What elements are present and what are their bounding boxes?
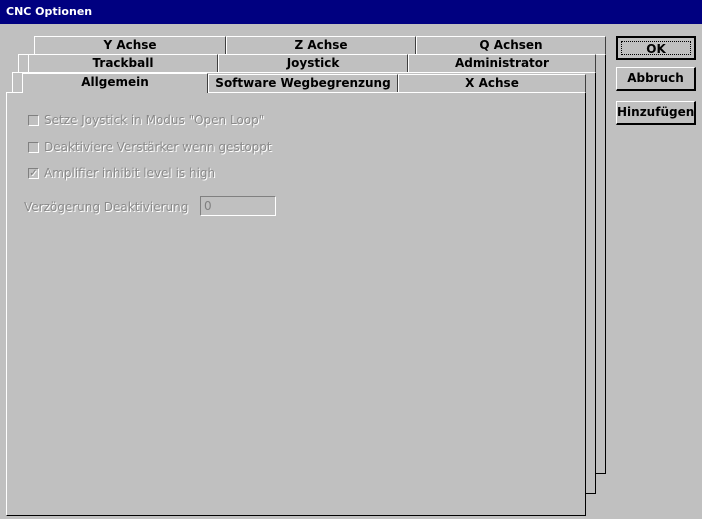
cancel-button[interactable]: Abbruch (616, 67, 696, 91)
tab-x-achse[interactable]: X Achse (398, 74, 586, 92)
window-title: CNC Optionen (6, 5, 93, 18)
ok-button-label: OK (621, 41, 691, 56)
tab-trackball[interactable]: Trackball (28, 54, 218, 72)
tab-y-achse[interactable]: Y Achse (34, 36, 226, 54)
amplifier-inhibit-checkbox[interactable]: ✓ (28, 168, 39, 179)
tab-z-achse[interactable]: Z Achse (226, 36, 416, 54)
deactivate-amplifier-checkbox[interactable] (28, 142, 39, 153)
delay-input[interactable]: 0 (200, 196, 276, 216)
ok-button[interactable]: OK (616, 36, 696, 60)
open-loop-label: Setze Joystick in Modus "Open Loop" (44, 113, 265, 127)
open-loop-checkbox[interactable] (28, 115, 39, 126)
tab-software-wegbegrenzung[interactable]: Software Wegbegrenzung (208, 74, 398, 92)
tab-q-achsen[interactable]: Q Achsen (416, 36, 606, 54)
cancel-button-label: Abbruch (627, 71, 684, 85)
tab-administrator[interactable]: Administrator (408, 54, 596, 72)
add-button[interactable]: Hinzufügen (616, 101, 696, 125)
title-bar: CNC Optionen (0, 0, 702, 24)
cnc-options-dialog: CNC Optionen Y Achse Z Achse Q Achsen Tr… (0, 0, 702, 519)
add-button-label: Hinzufügen (617, 105, 695, 119)
delay-label: Verzögerung Deaktivierung (24, 200, 189, 214)
deactivate-amplifier-label: Deaktiviere Verstärker wenn gestoppt (44, 140, 272, 154)
amplifier-inhibit-label: Amplifier inhibit level is high (44, 166, 216, 180)
tab-allgemein[interactable]: Allgemein (22, 73, 208, 93)
tab-joystick[interactable]: Joystick (218, 54, 408, 72)
